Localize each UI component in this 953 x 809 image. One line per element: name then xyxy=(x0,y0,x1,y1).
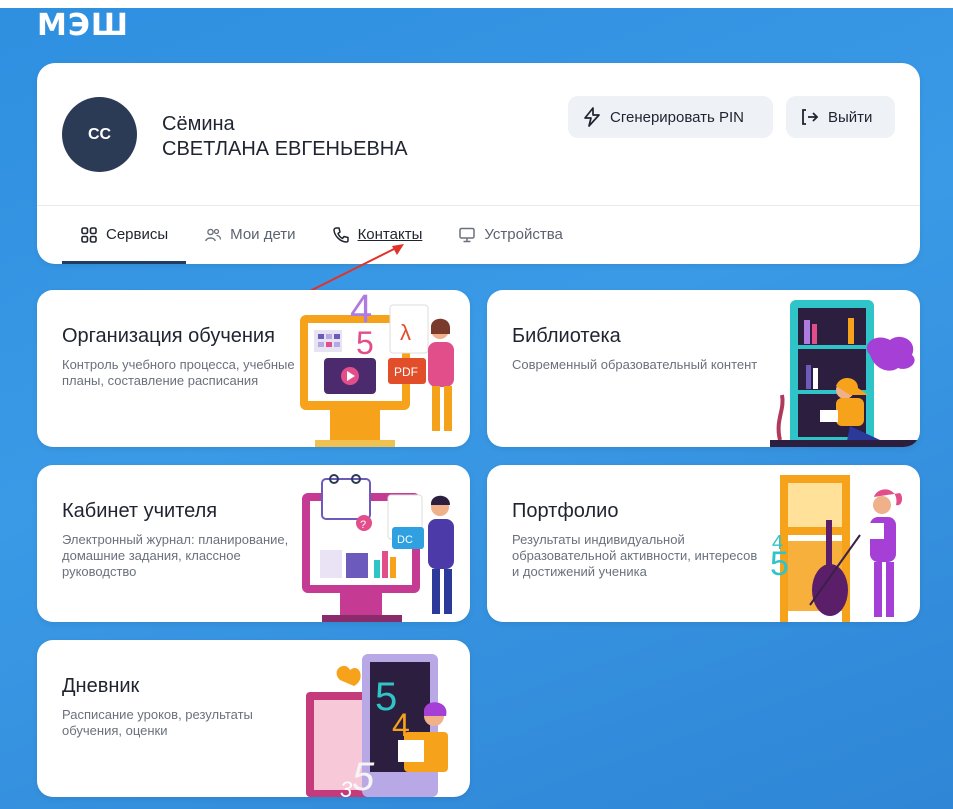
grid-icon xyxy=(81,226,97,243)
svg-text:3: 3 xyxy=(340,777,353,797)
user-last-name: Сёмина xyxy=(162,113,235,135)
svg-text:DC: DC xyxy=(397,534,413,546)
tab-my-children[interactable]: Мои дети xyxy=(186,213,313,256)
card-description: Результаты индивидуальной образовательно… xyxy=(512,532,758,579)
svg-text:PDF: PDF xyxy=(394,365,418,379)
svg-text:4: 4 xyxy=(772,532,783,554)
card-title: Портфолио xyxy=(512,500,619,522)
top-white-band xyxy=(0,0,953,8)
logout-icon xyxy=(802,109,819,125)
svg-text:5: 5 xyxy=(356,325,374,361)
profile-divider xyxy=(37,205,920,206)
svg-text:?: ? xyxy=(360,519,366,531)
tab-devices[interactable]: Устройства xyxy=(440,213,580,256)
card-diary[interactable]: Дневник Расписание уроков, результаты об… xyxy=(37,640,470,797)
card-description: Расписание уроков, результаты обучения, … xyxy=(62,707,253,738)
logout-label: Выйти xyxy=(828,108,873,126)
svg-text:5: 5 xyxy=(352,755,375,797)
organization-illustration: 4 5 λ PDF xyxy=(300,290,454,447)
tab-services-label: Сервисы xyxy=(106,226,169,243)
card-description: Современный образовательный контент xyxy=(512,357,758,372)
diary-illustration: 5 4 5 3 xyxy=(306,654,448,797)
avatar[interactable]: СС xyxy=(62,97,137,172)
generate-pin-button[interactable]: Сгенерировать PIN xyxy=(568,96,773,138)
teacher-illustration: ? DC xyxy=(302,474,454,622)
card-title: Организация обучения xyxy=(62,325,275,347)
tab-devices-label: Устройства xyxy=(484,226,563,243)
card-title: Кабинет учителя xyxy=(62,500,218,522)
portfolio-illustration: 5 4 xyxy=(770,475,903,622)
mesh-logo[interactable]: МЭШ xyxy=(37,8,129,43)
card-title: Дневник xyxy=(62,675,140,697)
tab-my-children-label: Мои дети xyxy=(230,226,296,243)
monitor-icon xyxy=(459,227,476,242)
logout-button[interactable]: Выйти xyxy=(786,96,895,138)
lightning-icon xyxy=(584,107,600,127)
card-description: Электронный журнал: планирование, домашн… xyxy=(62,532,289,579)
card-library[interactable]: Библиотека Современный образовательный к… xyxy=(487,290,920,447)
svg-text:λ: λ xyxy=(400,320,411,345)
card-title: Библиотека xyxy=(512,325,621,347)
card-organization[interactable]: Организация обучения Контроль учебного п… xyxy=(37,290,470,447)
card-teacher-cabinet[interactable]: Кабинет учителя Электронный журнал: план… xyxy=(37,465,470,622)
people-icon xyxy=(205,228,222,241)
card-description: Контроль учебного процесса, учебные план… xyxy=(62,357,295,388)
user-full-name: СВЕТЛАНА ЕВГЕНЬЕВНА xyxy=(162,138,408,160)
library-illustration xyxy=(770,300,920,447)
tab-services[interactable]: Сервисы xyxy=(62,213,187,264)
profile-panel: СС Сёмина СВЕТЛАНА ЕВГЕНЬЕВНА Сгенериров… xyxy=(37,63,920,264)
generate-pin-label: Сгенерировать PIN xyxy=(610,108,745,126)
card-portfolio[interactable]: Портфолио Результаты индивидуальной обра… xyxy=(487,465,920,622)
